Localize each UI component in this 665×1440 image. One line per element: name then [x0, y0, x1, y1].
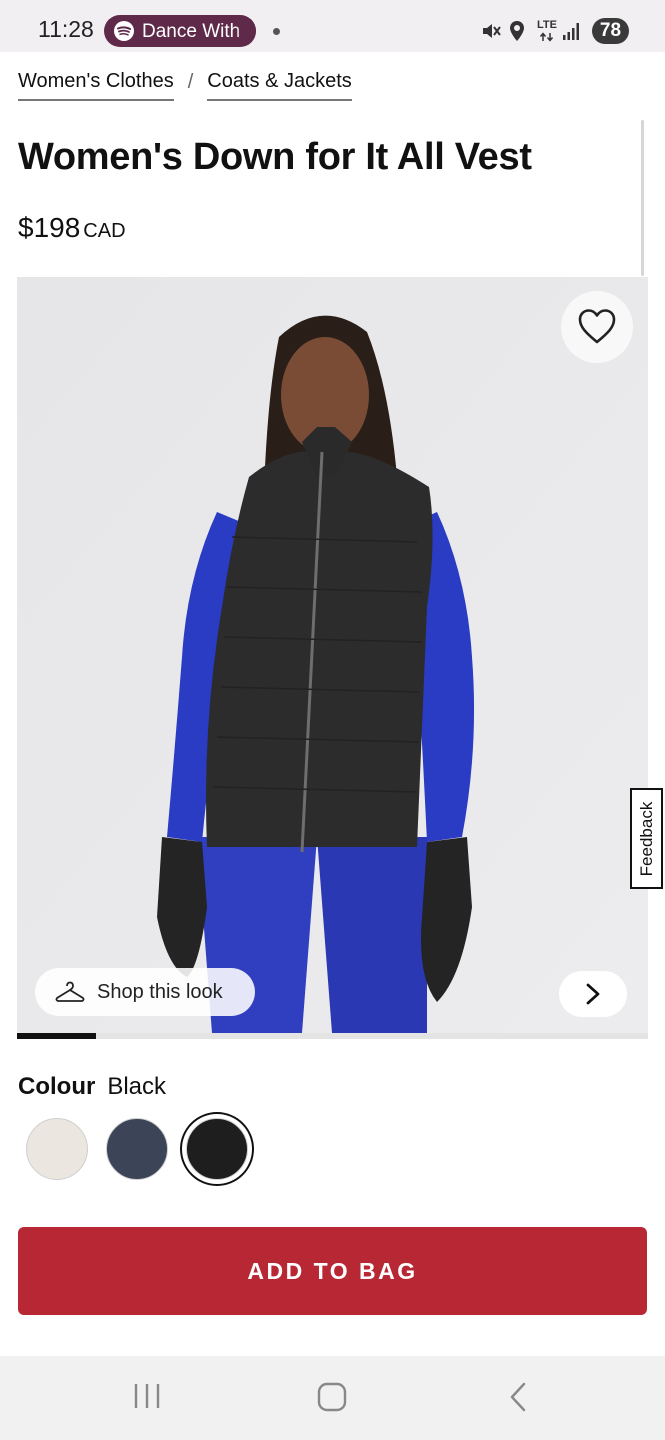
breadcrumb: Women's Clothes / Coats & Jackets: [18, 70, 352, 101]
hanger-icon: [55, 981, 85, 1002]
product-price: $198 CAD: [18, 212, 126, 244]
breadcrumb-coats-jackets[interactable]: Coats & Jackets: [207, 70, 352, 101]
location-icon: [510, 21, 524, 41]
network-type: LTE: [537, 19, 557, 31]
breadcrumb-separator: /: [187, 71, 194, 93]
chevron-right-icon: [586, 983, 600, 1005]
image-carousel-progress-fill: [17, 1033, 96, 1039]
status-bar: 11:28 Dance With LTE 78: [0, 0, 665, 52]
shop-this-look-button[interactable]: Shop this look: [35, 968, 255, 1016]
signal-icon: [563, 23, 579, 40]
heart-icon: [578, 309, 616, 344]
product-photo: [17, 277, 648, 1033]
shop-this-look-label: Shop this look: [97, 981, 223, 1003]
price-currency: CAD: [83, 220, 126, 242]
system-navigation-bar: [0, 1356, 665, 1440]
product-title: Women's Down for It All Vest: [18, 136, 532, 178]
notification-dot: [273, 28, 280, 35]
status-time: 11:28: [38, 16, 94, 42]
selected-colour-name: Black: [107, 1073, 167, 1100]
media-title: Dance With: [142, 21, 241, 42]
home-icon[interactable]: [317, 1382, 347, 1412]
add-to-bag-button[interactable]: ADD TO BAG: [18, 1227, 647, 1315]
product-image[interactable]: Shop this look: [17, 277, 648, 1033]
mute-icon: [483, 24, 501, 38]
swatch-ivory[interactable]: [26, 1118, 88, 1180]
wishlist-button[interactable]: [561, 291, 633, 363]
breadcrumb-womens-clothes[interactable]: Women's Clothes: [18, 70, 174, 101]
next-image-button[interactable]: [559, 971, 627, 1017]
feedback-tab[interactable]: Feedback: [630, 788, 663, 889]
recent-apps-icon[interactable]: [133, 1382, 161, 1410]
product-page: Women's Clothes / Coats & Jackets Women'…: [0, 52, 665, 1198]
swatch-black[interactable]: [186, 1118, 248, 1180]
price-amount: $198: [18, 212, 81, 243]
lte-arrows-icon: [539, 32, 554, 42]
swatch-navy[interactable]: [106, 1118, 168, 1180]
spotify-icon: [114, 21, 134, 41]
back-icon[interactable]: [507, 1382, 529, 1412]
battery-indicator: 78: [592, 18, 629, 44]
colour-selector-label: Colour Black: [18, 1073, 166, 1101]
add-to-bag-bar: ADD TO BAG: [0, 1198, 665, 1356]
colour-label: Colour: [18, 1073, 96, 1100]
feedback-label: Feedback: [636, 801, 656, 876]
image-carousel-progress: [17, 1033, 648, 1039]
media-playing-pill[interactable]: Dance With: [104, 15, 256, 47]
scrollbar[interactable]: [641, 120, 644, 276]
